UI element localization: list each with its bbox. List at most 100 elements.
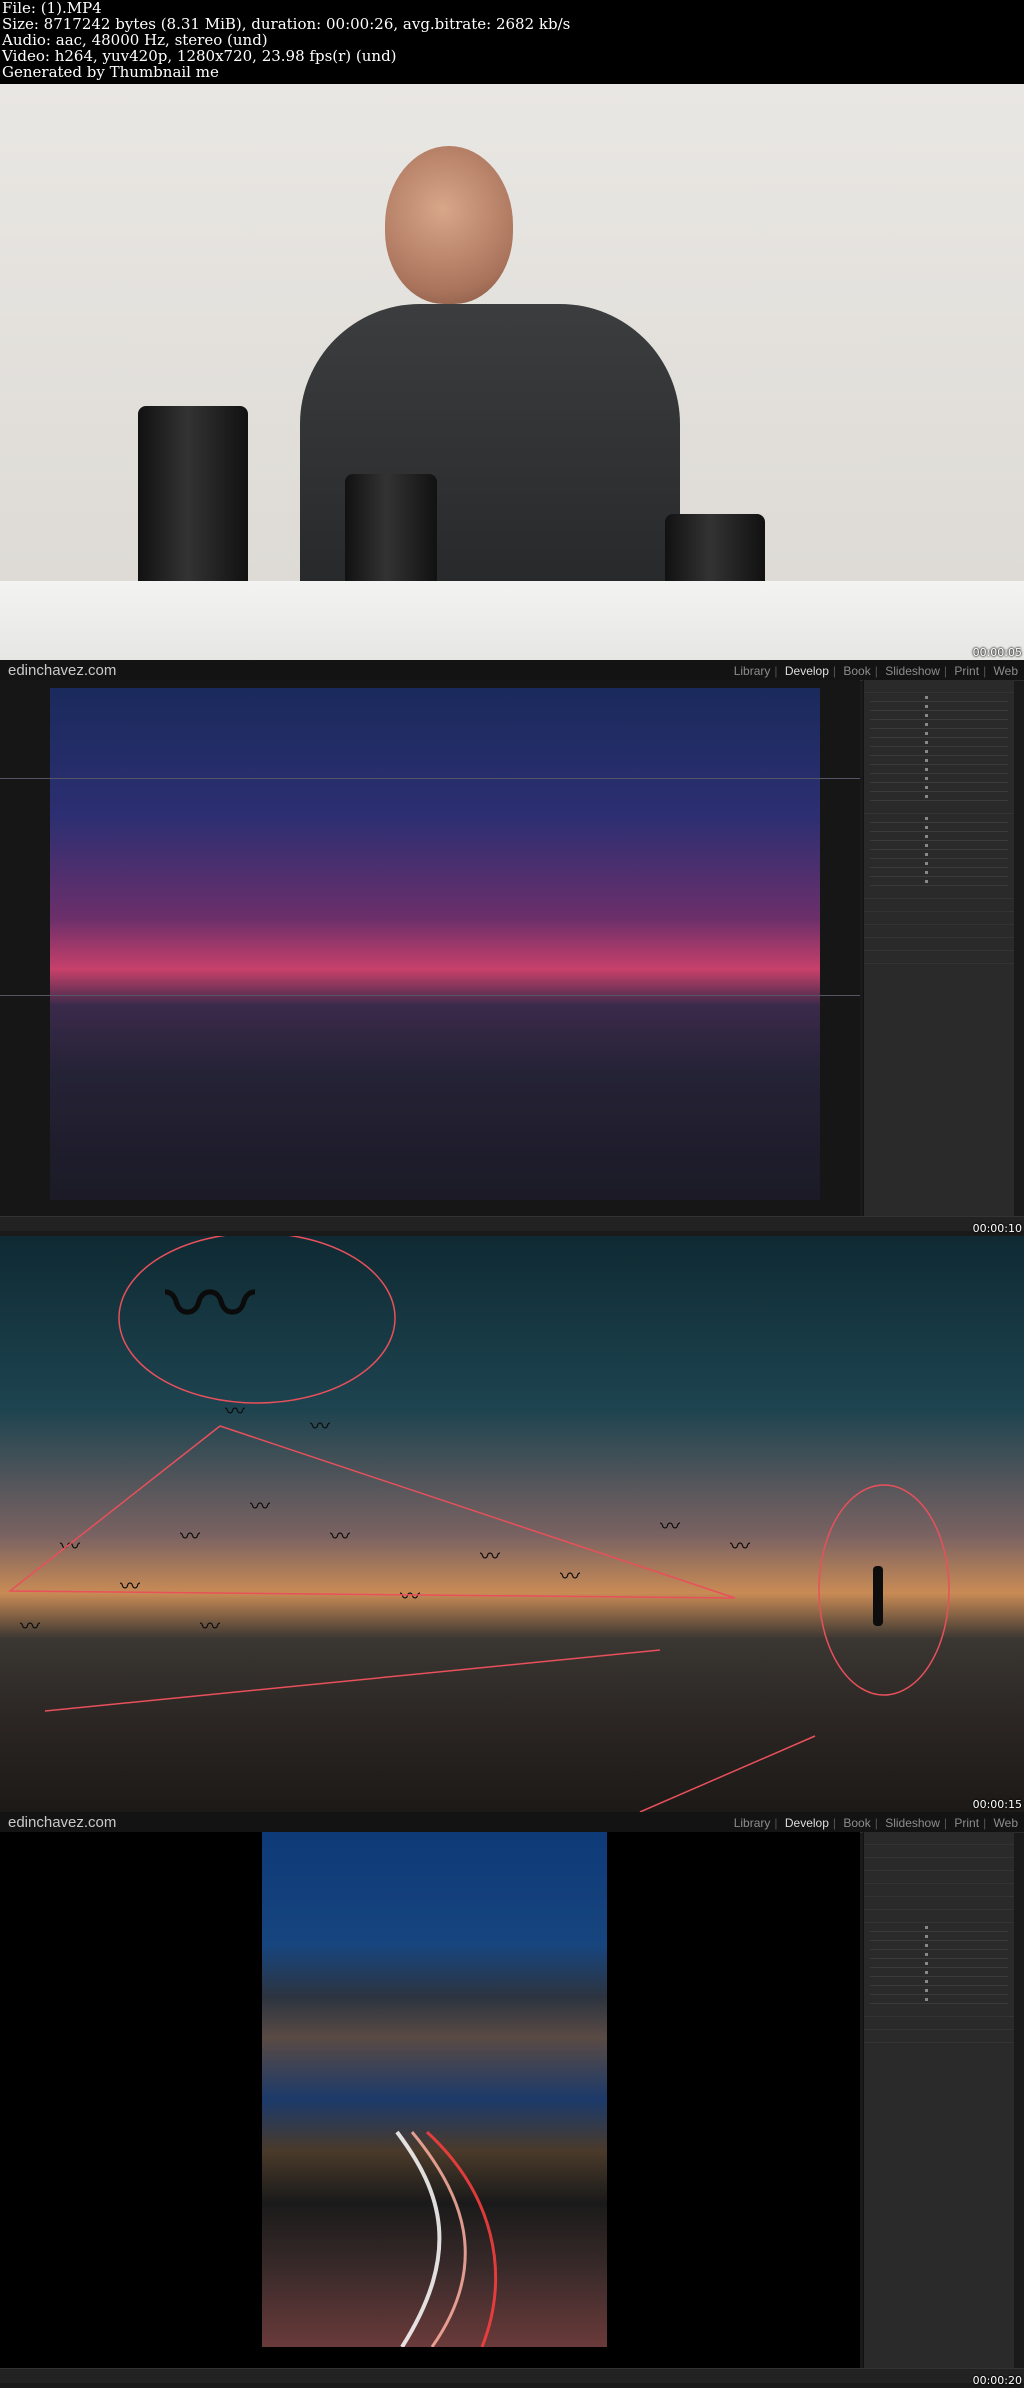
adjustment-slider[interactable]	[870, 792, 1008, 801]
adjustment-slider[interactable]	[870, 1959, 1008, 1968]
panel-row[interactable]	[864, 1871, 1014, 1884]
module-book[interactable]: Book	[843, 664, 870, 678]
adjustment-slider[interactable]	[870, 823, 1008, 832]
adjustment-slider[interactable]	[870, 747, 1008, 756]
adjustment-slider[interactable]	[870, 711, 1008, 720]
module-separator: |	[983, 664, 987, 678]
adjustment-slider[interactable]	[870, 1968, 1008, 1977]
adjustment-slider[interactable]	[870, 693, 1008, 702]
adjustment-slider[interactable]	[870, 729, 1008, 738]
module-separator: |	[832, 1816, 837, 1830]
adjustment-slider[interactable]	[870, 850, 1008, 859]
module-separator: |	[874, 664, 878, 678]
panel-row[interactable]	[864, 912, 1014, 925]
lightroom-top-bar: edinchavez.com Library | Develop | Book | S…	[0, 660, 1024, 681]
module-develop[interactable]: Develop	[785, 1816, 829, 1830]
annotation-line	[639, 1735, 816, 1812]
panel-row[interactable]	[864, 2030, 1014, 2043]
module-develop[interactable]: Develop	[785, 664, 829, 678]
panel-row[interactable]	[864, 886, 1014, 899]
light-trails	[395, 2130, 498, 2347]
adjustment-slider[interactable]	[870, 756, 1008, 765]
adjustment-slider[interactable]	[870, 1941, 1008, 1950]
adjustment-slider[interactable]	[870, 765, 1008, 774]
panel-row[interactable]	[864, 1910, 1014, 1923]
sunset-photo[interactable]	[50, 688, 820, 1200]
adjustment-slider[interactable]	[870, 1932, 1008, 1941]
panel-row[interactable]	[864, 2004, 1014, 2017]
panel-row[interactable]	[864, 1832, 1014, 1845]
adjustment-slider[interactable]	[870, 1977, 1008, 1986]
module-library[interactable]: Library	[734, 664, 771, 678]
annotation-ellipse	[118, 1236, 396, 1404]
develop-canvas[interactable]	[0, 680, 860, 1220]
panel-row[interactable]	[864, 1845, 1014, 1858]
lightroom-top-bar: edinchavez.com Library | Develop | Book | S…	[0, 1812, 1024, 1833]
panel-row[interactable]	[864, 899, 1014, 912]
adjustment-slider[interactable]	[870, 841, 1008, 850]
guide-line	[0, 995, 860, 996]
city-night-photo[interactable]	[262, 1832, 607, 2347]
adjustment-slider[interactable]	[870, 868, 1008, 877]
develop-right-panel	[863, 1832, 1014, 2372]
module-separator: |	[943, 1816, 948, 1830]
module-web[interactable]: Web	[994, 664, 1018, 678]
lens-left	[138, 406, 248, 606]
panel-row[interactable]	[864, 951, 1014, 964]
table-surface	[0, 581, 1024, 660]
thumbnail-frame-2: edinchavez.com Library | Develop | Book | S…	[0, 660, 1024, 1236]
adjustment-slider[interactable]	[870, 1950, 1008, 1959]
adjustment-slider[interactable]	[870, 832, 1008, 841]
module-web[interactable]: Web	[994, 1816, 1018, 1830]
panel-row[interactable]	[864, 925, 1014, 938]
module-slideshow[interactable]: Slideshow	[885, 1816, 940, 1830]
module-separator: |	[983, 1816, 987, 1830]
thumbnail-frame-4: edinchavez.com Library | Develop | Book | S…	[0, 1812, 1024, 2388]
timestamp: 00:00:10	[972, 1222, 1022, 1235]
audio-info-line: Audio: aac, 48000 Hz, stereo (und)	[2, 31, 268, 49]
adjustment-slider[interactable]	[870, 702, 1008, 711]
panel-row[interactable]	[864, 1858, 1014, 1871]
panel-row[interactable]	[864, 1884, 1014, 1897]
file-size-line: Size: 8717242 bytes (8.31 MiB), duration…	[2, 15, 571, 33]
lightroom-toolbar	[0, 2368, 1024, 2383]
module-separator: |	[943, 664, 948, 678]
adjustment-slider[interactable]	[870, 774, 1008, 783]
timestamp: 00:00:15	[972, 1798, 1022, 1811]
module-print[interactable]: Print	[954, 664, 979, 678]
timestamp: 00:00:05	[972, 646, 1022, 659]
module-slideshow[interactable]: Slideshow	[885, 664, 940, 678]
module-separator: |	[774, 1816, 778, 1830]
adjustment-slider[interactable]	[870, 859, 1008, 868]
adjustment-slider[interactable]	[870, 877, 1008, 886]
develop-canvas[interactable]	[0, 1832, 860, 2372]
module-book[interactable]: Book	[843, 1816, 870, 1830]
develop-right-panel	[863, 680, 1014, 1220]
lightroom-toolbar	[0, 1216, 1024, 1231]
presenter-head	[385, 146, 513, 304]
panel-row[interactable]	[864, 801, 1014, 814]
panel-row[interactable]	[864, 938, 1014, 951]
adjustment-slider[interactable]	[870, 1995, 1008, 2004]
annotation-line	[44, 1649, 661, 1712]
annotation-overlay	[7, 1236, 950, 1812]
module-library[interactable]: Library	[734, 1816, 771, 1830]
adjustment-slider[interactable]	[870, 1986, 1008, 1995]
annotation-triangle	[7, 1425, 736, 1599]
panel-row[interactable]	[864, 1897, 1014, 1910]
adjustment-slider[interactable]	[870, 783, 1008, 792]
module-separator: |	[874, 1816, 878, 1830]
adjustment-slider[interactable]	[870, 814, 1008, 823]
module-picker: Library | Develop | Book | Slideshow | Print…	[730, 664, 1018, 678]
panel-row[interactable]	[864, 2017, 1014, 2030]
adjustment-slider[interactable]	[870, 1923, 1008, 1932]
panel-row[interactable]	[864, 680, 1014, 693]
module-print[interactable]: Print	[954, 1816, 979, 1830]
adjustment-slider[interactable]	[870, 738, 1008, 747]
thumbnail-frame-3: 〰 〰 〰 〰 〰 〰 〰 〰 〰 〰 〰 〰 〰 〰 〰 00:00:15	[0, 1236, 1024, 1812]
identity-plate: edinchavez.com	[8, 1814, 117, 1831]
module-separator: |	[774, 664, 778, 678]
guide-line	[0, 778, 860, 779]
adjustment-slider[interactable]	[870, 720, 1008, 729]
module-separator: |	[832, 664, 837, 678]
